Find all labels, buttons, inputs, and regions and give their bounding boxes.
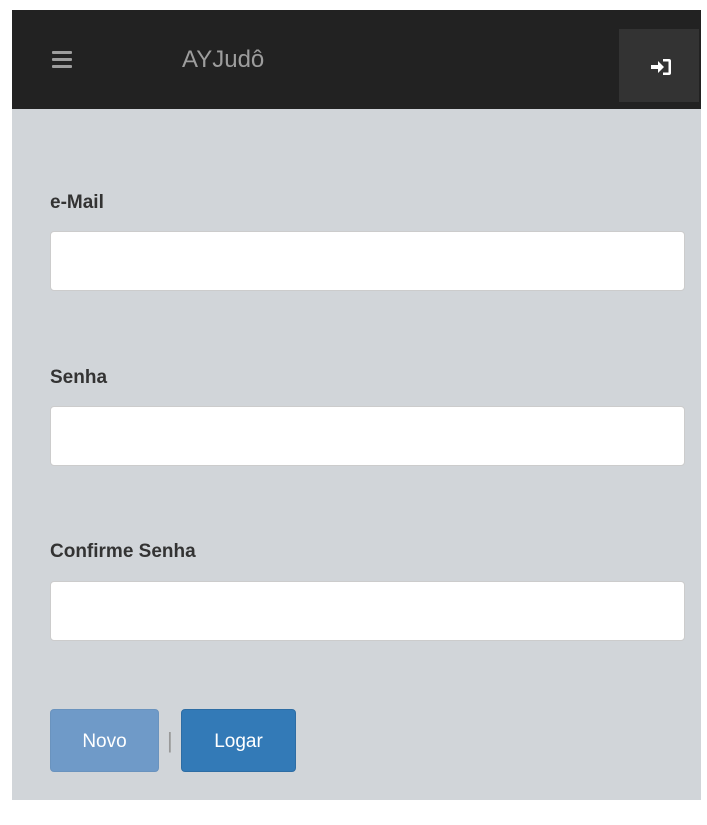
- logar-button[interactable]: Logar: [181, 709, 296, 772]
- brand-title[interactable]: AYJudô: [182, 46, 264, 74]
- confirm-password-field[interactable]: [50, 581, 685, 641]
- sign-in-icon: [651, 59, 671, 75]
- password-label: Senha: [50, 367, 108, 388]
- confirm-password-label: Confirme Senha: [50, 541, 196, 562]
- app-frame: AYJudô e-Mail Senha Confirme Senha Novo …: [12, 10, 701, 800]
- button-separator: |: [167, 728, 173, 753]
- login-button[interactable]: [619, 29, 699, 102]
- email-field[interactable]: [50, 231, 685, 291]
- password-field[interactable]: [50, 406, 685, 466]
- navbar: AYJudô: [12, 10, 701, 109]
- email-label: e-Mail: [50, 192, 104, 213]
- novo-button[interactable]: Novo: [50, 709, 159, 772]
- hamburger-menu-icon[interactable]: [52, 51, 72, 69]
